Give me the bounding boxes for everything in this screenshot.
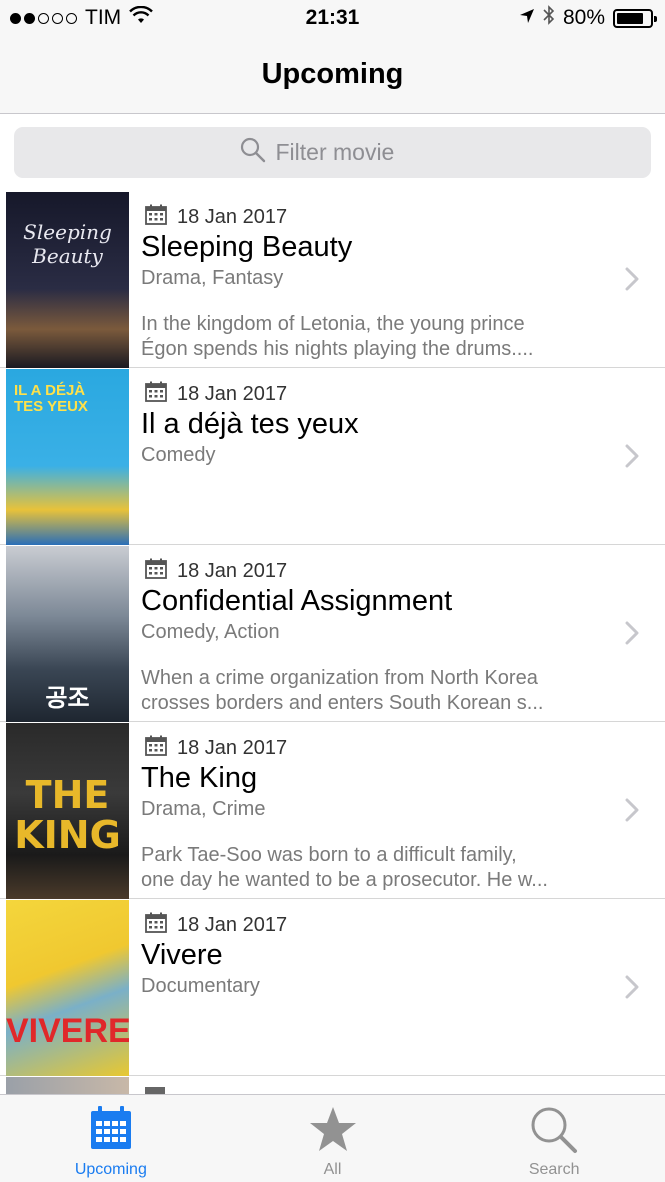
tab-bar: Upcoming All Search — [0, 1094, 665, 1182]
tab-all[interactable]: All — [222, 1095, 444, 1182]
movie-poster: THE KING — [6, 723, 129, 899]
bluetooth-icon — [543, 5, 555, 31]
star-icon — [308, 1105, 358, 1158]
movie-row[interactable]: THE KING 18 Jan 2017 The King Drama, Cri… — [0, 722, 665, 899]
movie-genre: Drama, Crime — [141, 798, 266, 820]
search-field[interactable] — [14, 127, 651, 178]
movie-row[interactable]: 공조 18 Jan 2017 Confidential Assignment C… — [0, 545, 665, 722]
tab-label: Search — [528, 1161, 580, 1178]
movie-poster: IL A DÉJÀ TES YEUX — [6, 369, 129, 545]
poster-title: IL A DÉJÀ TES YEUX — [14, 382, 88, 415]
movie-list: Sleeping Beauty 18 Jan 2017 Sleeping Bea… — [0, 191, 665, 1076]
calendar-icon — [145, 735, 167, 762]
chevron-right-icon — [625, 798, 639, 827]
description-line: In the kingdom of Letonia, the young pri… — [141, 313, 525, 335]
description-line: Park Tae-Soo was born to a difficult fam… — [141, 844, 517, 866]
movie-title: Sleeping Beauty — [141, 231, 353, 263]
calendar-icon — [145, 558, 167, 585]
release-date-text: 18 Jan 2017 — [177, 737, 288, 759]
movie-title: Vivere — [141, 939, 223, 971]
movie-title: Confidential Assignment — [141, 585, 453, 617]
description-line: crosses borders and enters South Korean … — [141, 692, 544, 714]
movie-row[interactable]: IL A DÉJÀ TES YEUX 18 Jan 2017 Il a déjà… — [0, 368, 665, 545]
battery-fill — [617, 12, 643, 24]
battery-icon — [613, 8, 657, 28]
calendar-icon — [145, 912, 167, 939]
poster-title: Sleeping Beauty — [23, 220, 112, 268]
movie-description: When a crime organization from North Kor… — [141, 666, 611, 716]
release-date: 18 Jan 2017 — [145, 558, 287, 585]
description-line: Égon spends his nights playing the drums… — [141, 338, 534, 360]
release-date-text: 18 Jan 2017 — [177, 560, 288, 582]
movie-genre: Documentary — [141, 975, 260, 997]
release-date: 18 Jan 2017 — [145, 204, 287, 231]
filter-movie-input[interactable] — [275, 139, 426, 166]
magnifier-icon — [529, 1105, 579, 1160]
chevron-right-icon — [625, 267, 639, 296]
status-bar: TIM 21:31 80% — [0, 0, 665, 38]
movie-description: Park Tae-Soo was born to a difficult fam… — [141, 843, 611, 893]
tab-label: All — [323, 1161, 342, 1178]
release-date: 18 Jan 2017 — [145, 381, 287, 408]
movie-genre: Comedy — [141, 444, 216, 466]
poster-title: THE KING — [14, 773, 121, 857]
search-icon — [240, 137, 266, 168]
battery-percent: 80% — [562, 6, 605, 29]
movie-title: Il a déjà tes yeux — [141, 408, 359, 440]
calendar-icon — [89, 1105, 133, 1156]
movie-poster: 공조 — [6, 546, 129, 722]
movie-genre: Comedy, Action — [141, 621, 280, 643]
movie-genre: Drama, Fantasy — [141, 267, 284, 289]
tab-upcoming[interactable]: Upcoming — [0, 1095, 222, 1182]
movie-poster: VIVERE — [6, 900, 129, 1076]
chevron-right-icon — [625, 621, 639, 650]
movie-row[interactable]: Sleeping Beauty 18 Jan 2017 Sleeping Bea… — [0, 191, 665, 368]
calendar-icon — [145, 204, 167, 231]
description-line: When a crime organization from North Kor… — [141, 667, 538, 689]
release-date-text: 18 Jan 2017 — [177, 206, 288, 228]
poster-title: VIVERE — [6, 1012, 129, 1050]
release-date: 18 Jan 2017 — [145, 735, 287, 762]
calendar-icon — [145, 381, 167, 408]
movie-title: The King — [141, 762, 258, 794]
description-line: one day he wanted to be a prosecutor. He… — [141, 869, 548, 891]
release-date-text: 18 Jan 2017 — [177, 914, 288, 936]
search-bar — [0, 115, 665, 191]
chevron-right-icon — [625, 975, 639, 1004]
navigation-bar: Upcoming — [0, 38, 665, 114]
tab-search[interactable]: Search — [443, 1095, 665, 1182]
release-date-text: 18 Jan 2017 — [177, 383, 288, 405]
location-arrow-icon — [519, 6, 535, 30]
poster-title: 공조 — [45, 685, 90, 712]
tab-label: Upcoming — [74, 1161, 147, 1178]
movie-row[interactable]: VIVERE 18 Jan 2017 Vivere Documentary — [0, 899, 665, 1076]
release-date: 18 Jan 2017 — [145, 912, 287, 939]
movie-poster: Sleeping Beauty — [6, 192, 129, 368]
page-title: Upcoming — [261, 58, 404, 90]
status-right: 80% — [519, 5, 657, 31]
chevron-right-icon — [625, 444, 639, 473]
movie-description: In the kingdom of Letonia, the young pri… — [141, 312, 611, 362]
